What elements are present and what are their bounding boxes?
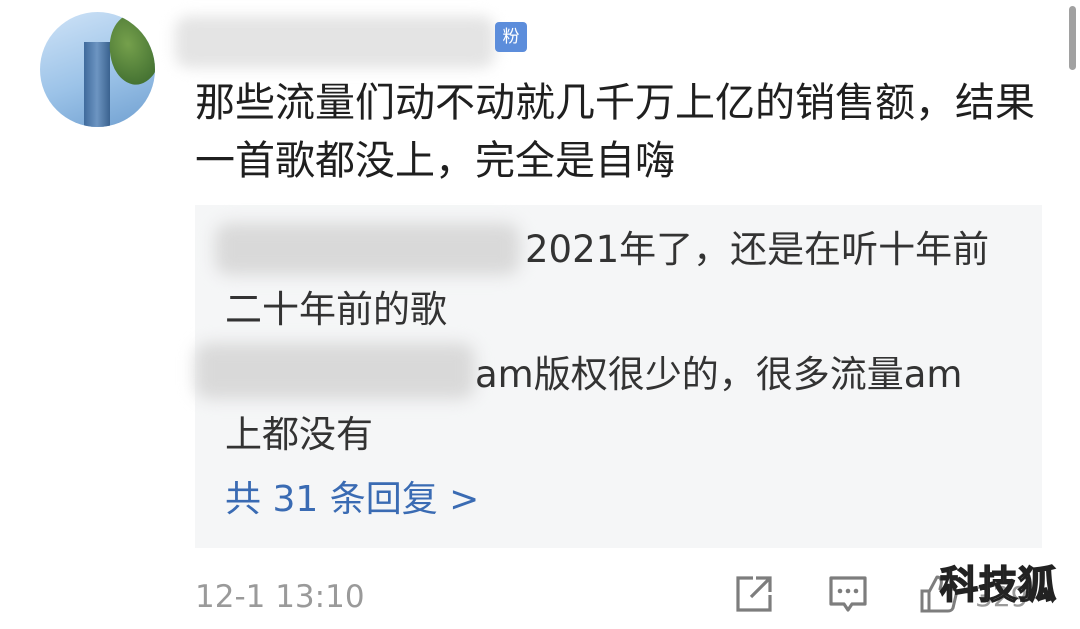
share-button[interactable] bbox=[733, 573, 775, 615]
view-all-replies-link[interactable]: 共 31 条回复 > bbox=[225, 471, 479, 529]
username-redacted[interactable] bbox=[175, 16, 495, 68]
watermark: 科技狐 bbox=[939, 562, 1058, 608]
reply-text-line: 2021年了，还是在听十年前 bbox=[525, 228, 990, 271]
comment-timestamp: 12-1 13:10 bbox=[195, 579, 365, 615]
reply-box[interactable]: 2021年了，还是在听十年前 二十年前的歌 am版权很少的，很多流量am 上都没… bbox=[195, 205, 1042, 548]
share-icon bbox=[736, 576, 772, 612]
reply-text-line: 上都没有 bbox=[225, 413, 373, 456]
fan-badge: 粉 bbox=[495, 22, 527, 52]
reply-text-line: am版权很少的，很多流量am bbox=[475, 353, 963, 396]
reply-text-line: 二十年前的歌 bbox=[225, 288, 447, 331]
comment-button[interactable] bbox=[828, 573, 868, 615]
scrollbar[interactable] bbox=[1069, 6, 1076, 70]
avatar[interactable] bbox=[40, 12, 155, 127]
comment-text: 那些流量们动不动就几千万上亿的销售额，结果一首歌都没上，完全是自嗨 bbox=[195, 80, 1035, 184]
avatar-building bbox=[84, 42, 110, 127]
comment-icon bbox=[829, 576, 867, 612]
